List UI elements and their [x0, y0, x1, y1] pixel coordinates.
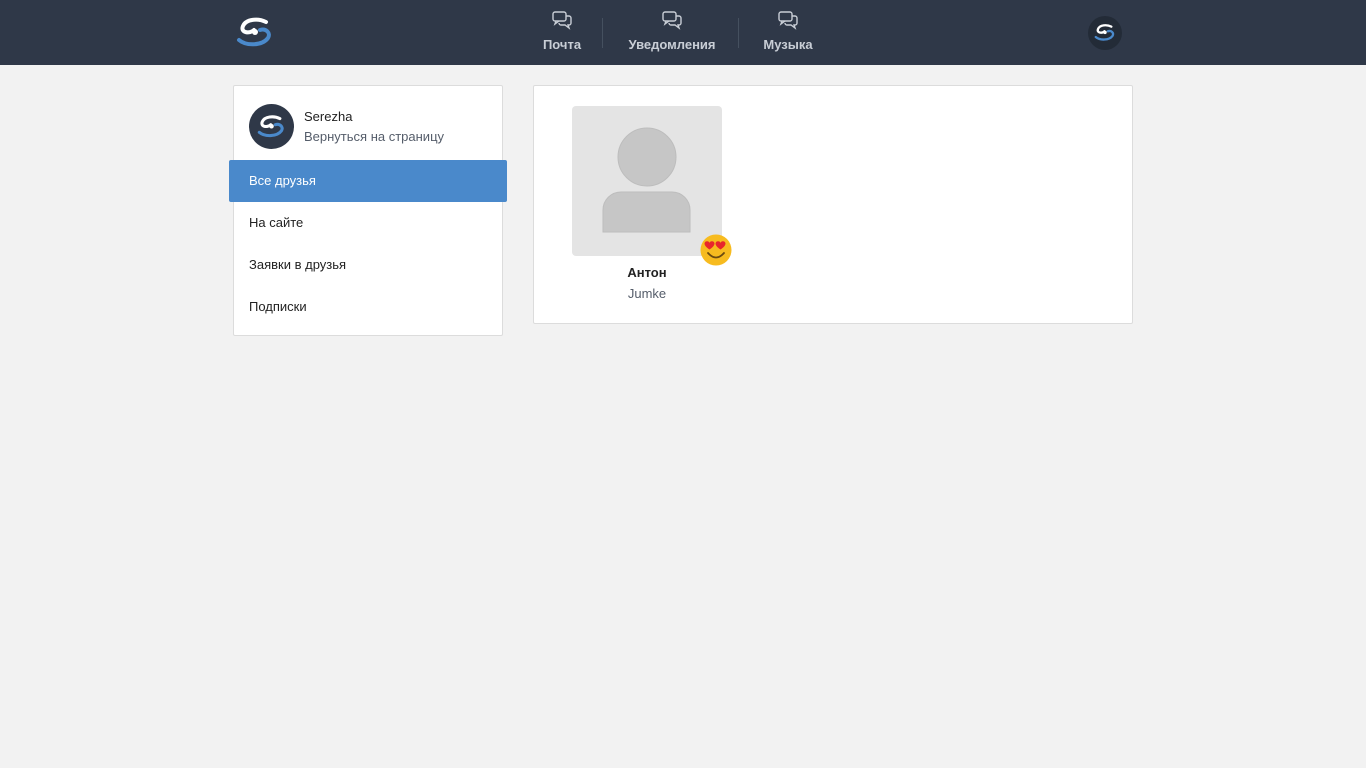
nav-music[interactable]: Музыка: [756, 0, 820, 65]
top-navigation-bar: Почта Уведомления Музыка: [0, 0, 1366, 65]
nav-mail[interactable]: Почта: [536, 0, 588, 65]
friends-menu: Все друзья На сайте Заявки в друзья Подп…: [229, 160, 507, 328]
nav-notifications[interactable]: Уведомления: [622, 0, 722, 65]
user-avatar-icon[interactable]: [1088, 16, 1122, 50]
chat-bubbles-icon: [661, 10, 683, 30]
chat-bubbles-icon: [551, 10, 573, 30]
menu-item-all-friends[interactable]: Все друзья: [229, 160, 507, 202]
menu-item-friend-requests[interactable]: Заявки в друзья: [234, 244, 502, 286]
profile-name: Serezha: [304, 109, 353, 124]
nav-divider: [738, 18, 739, 48]
avatar[interactable]: [249, 104, 294, 149]
friend-name[interactable]: Антон: [572, 265, 722, 280]
nav-label: Уведомления: [628, 37, 716, 52]
heart-eyes-emoji-icon: [700, 234, 732, 266]
nav-label: Музыка: [763, 37, 813, 52]
back-to-page-link[interactable]: Вернуться на страницу: [304, 129, 444, 144]
nav-divider: [602, 18, 603, 48]
nav-label: Почта: [542, 37, 582, 52]
profile-header: Serezha Вернуться на страницу: [234, 86, 502, 160]
friend-card[interactable]: Антон Jumke: [572, 106, 732, 306]
friends-list: Антон Jumke: [533, 85, 1133, 324]
chat-bubbles-icon: [777, 10, 799, 30]
friends-sidebar: Serezha Вернуться на страницу Все друзья…: [229, 85, 507, 336]
menu-item-online[interactable]: На сайте: [234, 202, 502, 244]
friend-subtitle: Jumke: [627, 286, 667, 301]
menu-item-subscriptions[interactable]: Подписки: [234, 286, 502, 328]
site-logo-icon[interactable]: [236, 16, 274, 50]
